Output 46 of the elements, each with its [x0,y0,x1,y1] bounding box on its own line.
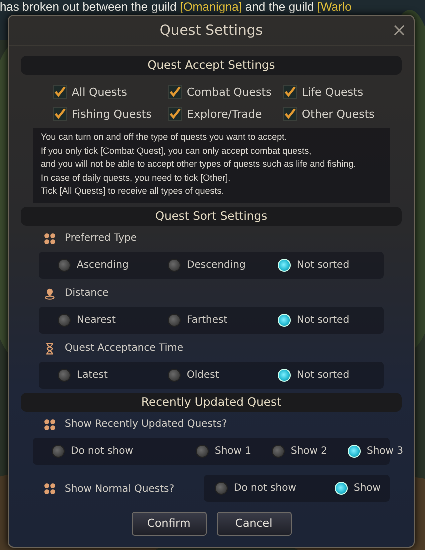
checkbox[interactable] [283,107,297,121]
checkbox-label[interactable]: Fishing Quests [72,108,152,120]
radio-option[interactable]: Do not show [215,482,335,495]
group-label: Show Normal Quests? [65,484,175,495]
radio-option[interactable]: Show 1 [196,444,272,458]
checkbox-label[interactable]: Other Quests [302,108,375,120]
chat-message: has broken out between the guild [Omanigna] and the guild [Warlo [0,0,352,14]
checkbox[interactable] [53,85,67,99]
dots-icon [44,483,56,496]
checkbox-label[interactable]: All Quests [72,86,128,98]
close-icon[interactable] [394,25,405,36]
section-heading: Quest Accept Settings [21,56,402,75]
checkbox-label[interactable]: Explore/Trade [187,108,262,120]
confirm-button[interactable]: Confirm [132,512,206,536]
checkbox[interactable] [283,85,297,99]
info-text: You can turn on and off the type of quests you want to accept. If you only tick [Combat Quest], you can only accept combat quests, and you will not be able to accept other types of quests such as life and fishing. In case of daily quests, you need to tick [Other]. Tick [All Quests] to receive all types of quests. [33,128,390,203]
group-label: Show Recently Updated Quests? [65,419,228,430]
checkbox[interactable] [168,107,182,121]
group-label: Preferred Type [65,233,138,244]
group-label: Quest Acceptance Time [65,343,184,354]
group-label: Distance [65,288,109,300]
section-heading: Recently Updated Quest [21,392,402,412]
dots-icon [44,232,56,245]
radio-option[interactable]: Show [335,482,390,495]
radio-option[interactable]: Show 3 [348,444,404,458]
cancel-button[interactable]: Cancel [216,512,292,536]
radio-option[interactable]: Not sorted [278,314,384,327]
location-pin-icon [44,288,56,300]
section-heading: Quest Sort Settings [21,206,402,226]
radio-option[interactable]: Show 2 [272,444,348,458]
radio-option[interactable]: Not sorted [278,258,384,272]
checkbox[interactable] [53,107,67,121]
dots-icon [44,418,56,431]
checkbox-label[interactable]: Combat Quests [187,86,272,98]
window-title: Quest Settings [160,22,264,38]
radio-option[interactable]: Latest [58,368,168,382]
radio-option[interactable]: Do not show [52,444,196,458]
radio-option[interactable]: Farthest [168,314,278,327]
checkbox-label[interactable]: Life Quests [302,86,364,98]
radio-option[interactable]: Descending [168,258,278,272]
radio-option[interactable]: Oldest [168,368,278,382]
hourglass-icon [44,342,56,355]
radio-option[interactable]: Nearest [58,314,168,327]
radio-option[interactable]: Not sorted [278,368,384,382]
radio-option[interactable]: Ascending [58,258,168,272]
checkbox[interactable] [168,85,182,99]
